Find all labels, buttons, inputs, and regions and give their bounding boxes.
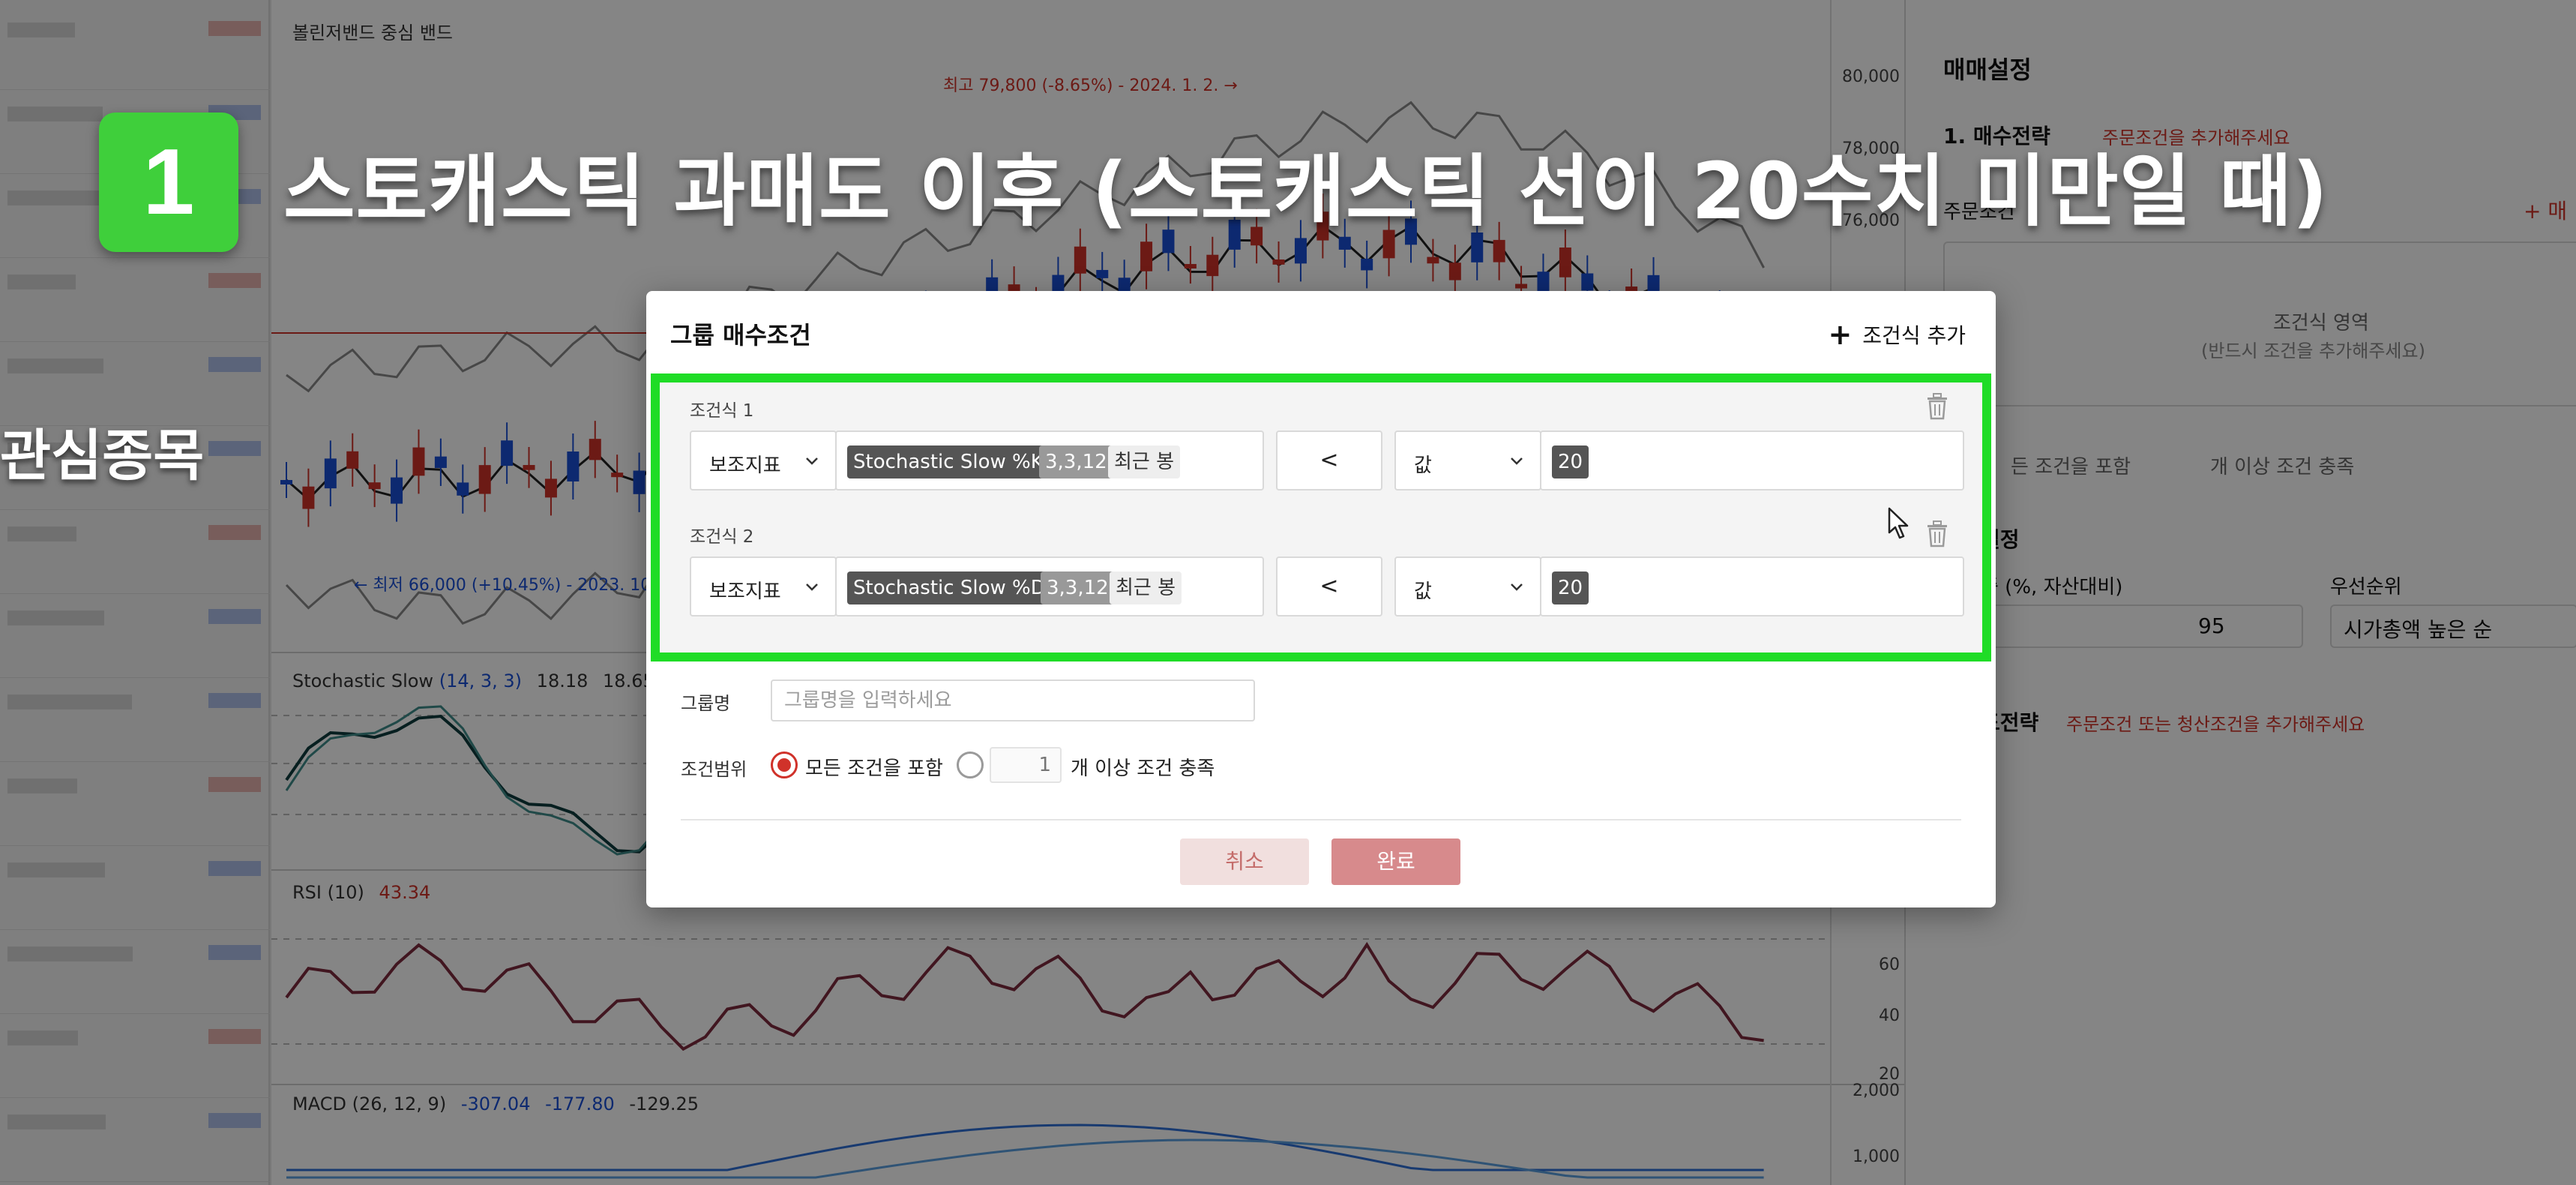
params-chip: 3,3,12 — [1041, 572, 1115, 604]
add-condition-button[interactable]: + 조건식 추가 — [1828, 320, 1966, 350]
condition-list-highlight: 조건식 1 보조지표 Stochastic Slow %K 3,3,12 최근 … — [651, 374, 1991, 662]
video-title: 스토캐스틱 과매도 이후 (스토캐스틱 선이 20수치 미만일 때) — [283, 146, 2329, 237]
value-type-value: 값 — [1414, 580, 1432, 603]
value-input[interactable]: 20 — [1540, 556, 1964, 616]
operator-select[interactable]: < — [1276, 556, 1382, 616]
value-type-value: 값 — [1414, 454, 1432, 477]
value-input[interactable]: 20 — [1540, 430, 1964, 490]
scope-label: 조건범위 — [681, 759, 747, 780]
step-number: 1 — [142, 130, 195, 234]
operator-value: < — [1319, 573, 1339, 599]
dialog-title: 그룹 매수조건 — [670, 321, 811, 350]
chevron-down-icon — [1511, 458, 1523, 465]
trash-icon[interactable] — [1925, 520, 1949, 548]
condition-type-value: 보조지표 — [709, 454, 781, 477]
indicator-chip: Stochastic Slow %D — [847, 572, 1052, 604]
add-condition-label: 조건식 추가 — [1862, 323, 1966, 348]
cancel-button[interactable]: 취소 — [1180, 838, 1309, 885]
condition-type-value: 보조지표 — [709, 580, 781, 603]
step-badge: 1 — [99, 112, 238, 252]
trash-icon[interactable] — [1925, 393, 1949, 420]
condition-label: 조건식 1 — [690, 401, 754, 421]
plus-icon: + — [1828, 318, 1853, 351]
condition-row: 보조지표 Stochastic Slow %K 3,3,12 최근 봉 < 값 … — [690, 430, 1964, 490]
condition-label: 조건식 2 — [690, 527, 754, 547]
condition-row: 보조지표 Stochastic Slow %D 3,3,12 최근 봉 < 값 … — [690, 556, 1964, 616]
condition-type-select[interactable]: 보조지표 — [690, 556, 837, 616]
side-caption: 관심종목 — [0, 424, 205, 488]
screen: 볼린저밴드 중심 밴드 최고 79,800 (-8.65%) - 2024. 1… — [0, 0, 2576, 1185]
bar-chip: 최근 봉 — [1110, 572, 1182, 604]
indicator-select[interactable]: Stochastic Slow %D 3,3,12 최근 봉 — [835, 556, 1264, 616]
value-type-select[interactable]: 값 — [1394, 430, 1541, 490]
chevron-down-icon — [806, 458, 818, 465]
scope-n-text: 개 이상 조건 충족 — [1071, 758, 1215, 780]
bar-chip: 최근 봉 — [1108, 446, 1181, 478]
scope-n-radio[interactable] — [957, 752, 984, 778]
group-name-input[interactable] — [771, 680, 1255, 722]
divider — [681, 819, 1961, 820]
params-chip: 3,3,12 — [1039, 446, 1113, 478]
confirm-button[interactable]: 완료 — [1331, 838, 1460, 885]
condition-type-select[interactable]: 보조지표 — [690, 430, 837, 490]
min-count-input[interactable] — [990, 747, 1062, 783]
chevron-down-icon — [806, 584, 818, 591]
group-name-label: 그룹명 — [681, 693, 731, 714]
scope-all-radio[interactable] — [771, 752, 798, 778]
operator-value: < — [1319, 447, 1339, 473]
value-type-select[interactable]: 값 — [1394, 556, 1541, 616]
operator-select[interactable]: < — [1276, 430, 1382, 490]
indicator-select[interactable]: Stochastic Slow %K 3,3,12 최근 봉 — [835, 430, 1264, 490]
group-buy-condition-dialog: 그룹 매수조건 + 조건식 추가 조건식 1 보조지표 Stochastic S… — [646, 291, 1996, 908]
mouse-cursor-icon — [1888, 507, 1909, 539]
chevron-down-icon — [1511, 584, 1523, 591]
indicator-chip: Stochastic Slow %K — [847, 446, 1050, 478]
value-chip: 20 — [1552, 572, 1589, 604]
scope-all-text: 모든 조건을 포함 — [805, 758, 943, 780]
value-chip: 20 — [1552, 446, 1589, 478]
